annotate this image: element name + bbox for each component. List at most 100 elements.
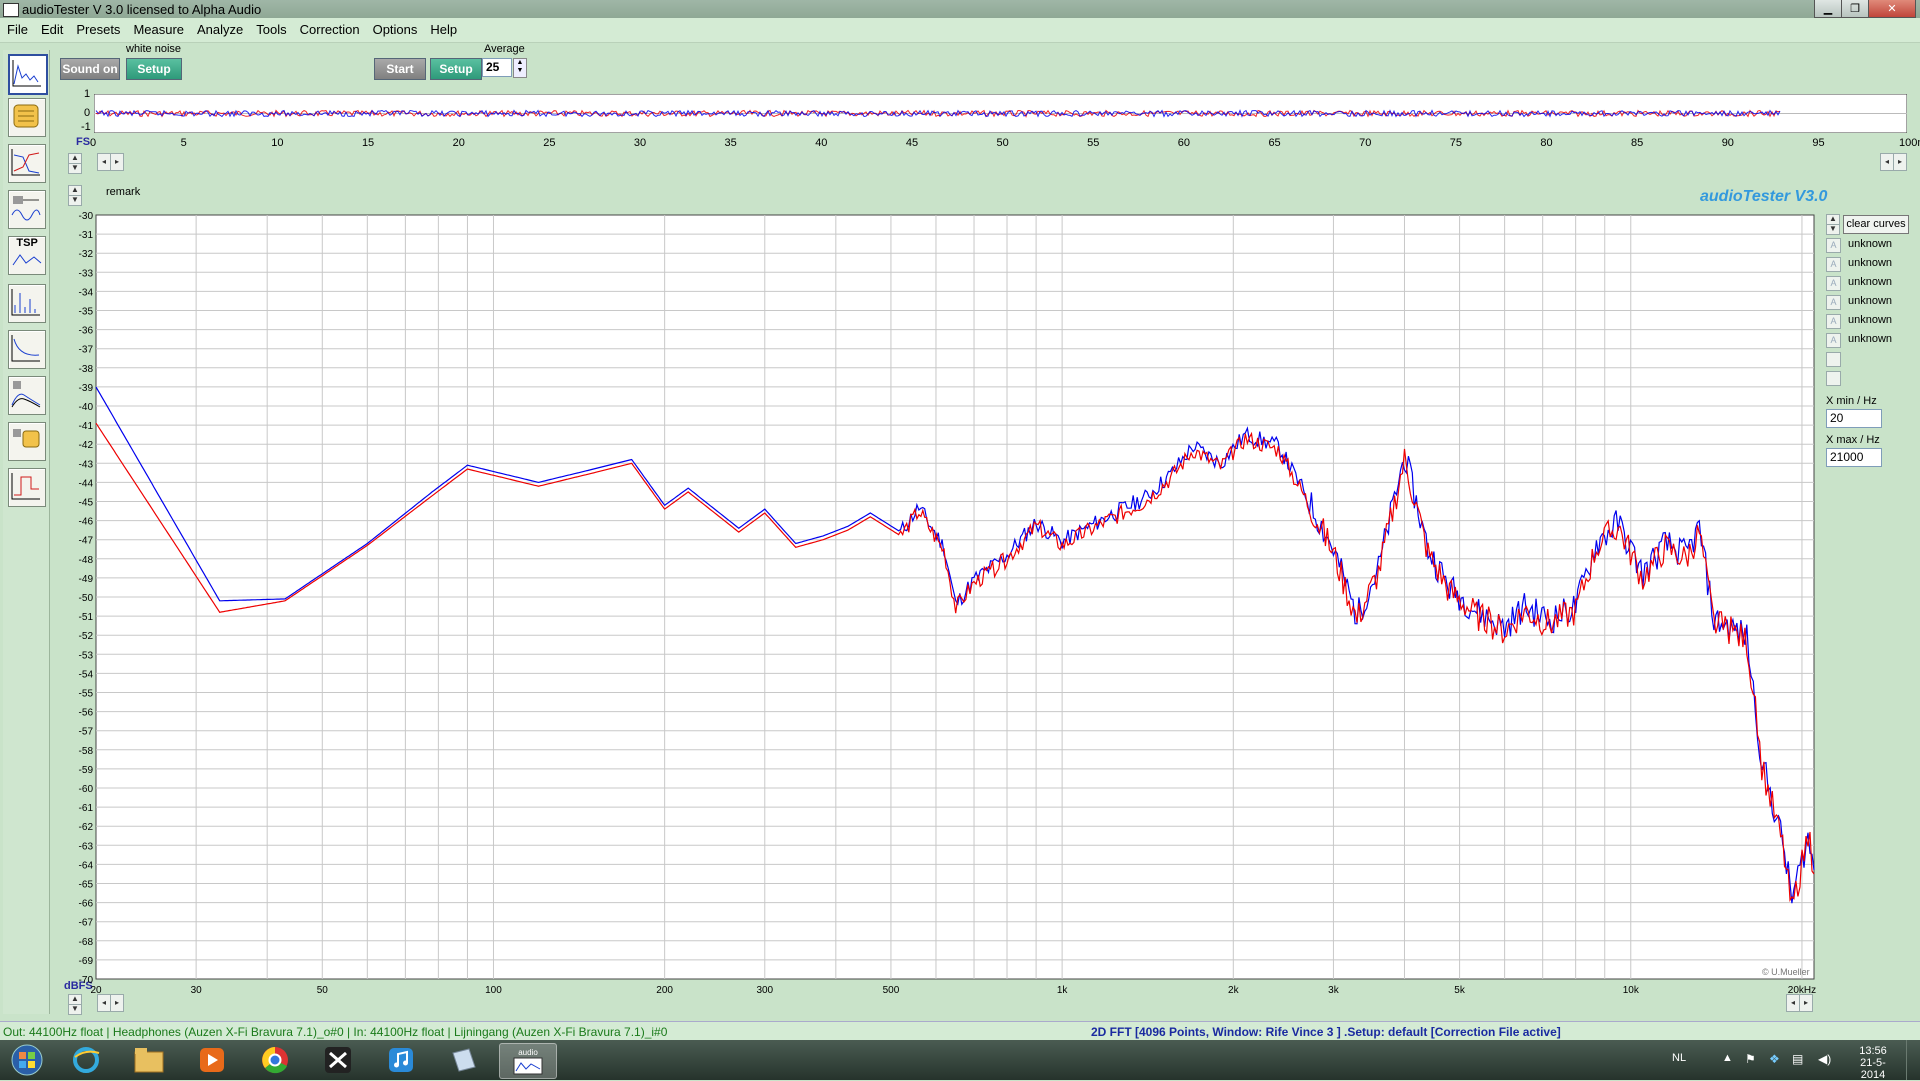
file-explorer-icon[interactable] — [121, 1043, 177, 1077]
y-tick-label: -61 — [79, 803, 94, 814]
y-axis-ticks: -30 -31 -32 -33 -34 -35 -36 -37 -38 -39 -40 -41 -42 -… — [79, 211, 94, 986]
curve-checkbox-8[interactable] — [1826, 371, 1841, 386]
chart-zoom-down[interactable]: ▼ — [68, 1004, 82, 1015]
media-player-icon[interactable] — [184, 1043, 240, 1077]
y-tick-label: -30 — [79, 211, 94, 222]
curve-checkbox-2[interactable]: A — [1826, 257, 1841, 272]
crossover-icon[interactable] — [310, 1043, 366, 1077]
scope-xtick: 60 — [1177, 137, 1191, 149]
remark-down[interactable]: ▼ — [68, 195, 82, 206]
xmax-input[interactable]: 21000 — [1826, 448, 1882, 467]
curves-scroll-down[interactable]: ▼ — [1826, 224, 1840, 235]
scope-xtick: 65 — [1268, 137, 1281, 149]
menu-presets[interactable]: Presets — [69, 18, 126, 37]
start-button[interactable]: Start — [374, 58, 426, 80]
window-app-icon[interactable] — [436, 1043, 492, 1077]
y-tick-label: -55 — [79, 689, 94, 700]
scope-xtick: 95 — [1812, 137, 1825, 149]
speaker-hands-icon[interactable] — [8, 422, 46, 461]
scope-xtick: 15 — [361, 137, 375, 149]
scope-xtick: 85 — [1631, 137, 1644, 149]
scope-scroll-right-right[interactable]: ▸ — [1893, 153, 1907, 171]
menu-edit[interactable]: Edit — [34, 18, 69, 37]
curve-checkbox-4[interactable]: A — [1826, 295, 1841, 310]
curve-checkbox-3[interactable]: A — [1826, 276, 1841, 291]
tsp-icon[interactable]: TSP — [8, 236, 46, 275]
noise-type-label: white noise — [126, 43, 182, 55]
average-label: Average — [484, 43, 525, 55]
curve-checkbox-6[interactable]: A — [1826, 333, 1841, 348]
scope-scroll-right[interactable]: ▸ — [110, 153, 124, 171]
scope-scroll-left[interactable]: ◂ — [97, 153, 111, 171]
scope-xtick: 75 — [1449, 137, 1462, 149]
chart-scroll-left-end[interactable]: ◂ — [1786, 994, 1800, 1012]
fft-analyzer-icon[interactable] — [8, 54, 48, 95]
windows-start-icon[interactable] — [2, 1043, 52, 1077]
scope-xtick: 0 — [90, 137, 97, 149]
y-tick-label: -36 — [79, 326, 94, 337]
scope-ytick-neg1: -1 — [81, 121, 91, 133]
analyzer-setup-button[interactable]: Setup — [430, 58, 482, 80]
hands-icon[interactable] — [8, 98, 46, 137]
menu-measure[interactable]: Measure — [126, 18, 190, 37]
scope-xtick: 35 — [724, 137, 737, 149]
spectrum-peaks-icon[interactable] — [8, 284, 46, 323]
clear-curves-button[interactable]: clear curves — [1843, 215, 1909, 234]
y-tick-label: -33 — [79, 268, 94, 279]
curve-checkbox-5[interactable]: A — [1826, 314, 1841, 329]
chart-scroll-right-end[interactable]: ▸ — [1799, 994, 1813, 1012]
menu-file[interactable]: File — [0, 18, 34, 37]
phase-icon[interactable] — [8, 468, 46, 507]
maximize-icon[interactable]: ❐ — [1841, 0, 1869, 18]
tray-volume-icon[interactable]: ◀) — [1818, 1052, 1831, 1066]
y-tick-label: -48 — [79, 555, 94, 566]
sound-on-button[interactable]: Sound on — [60, 58, 120, 80]
menu-analyze[interactable]: Analyze — [190, 18, 249, 37]
scope-xtick: 80 — [1540, 137, 1553, 149]
scope-scroll-left-right[interactable]: ◂ — [1880, 153, 1894, 171]
x-tick-label: 3k — [1328, 985, 1340, 996]
generator-setup-button[interactable]: Setup — [126, 58, 182, 80]
xmin-input[interactable]: 20 — [1826, 409, 1882, 428]
x-tick-label: 50 — [317, 985, 329, 996]
y-tick-label: -52 — [79, 631, 94, 642]
x-tick-label: 500 — [883, 985, 900, 996]
speaker-waterfall-icon[interactable] — [8, 376, 46, 415]
menu-help[interactable]: Help — [423, 18, 463, 37]
x-tick-label: 200 — [656, 985, 673, 996]
bass-curve-icon[interactable] — [8, 330, 46, 369]
chrome-icon[interactable] — [247, 1043, 303, 1077]
language-indicator[interactable]: NL — [1672, 1052, 1686, 1064]
chart-scroll-right[interactable]: ▸ — [110, 994, 124, 1012]
tray-flag-icon[interactable]: ⚑ — [1745, 1052, 1756, 1066]
tray-arrow-icon[interactable]: ▲ — [1722, 1052, 1733, 1064]
itunes-icon[interactable] — [373, 1043, 429, 1077]
average-input[interactable]: 25 — [482, 58, 512, 77]
fs-label: FS — [76, 136, 91, 148]
y-tick-label: -59 — [79, 765, 94, 776]
menu-options[interactable]: Options — [366, 18, 424, 37]
clock[interactable]: 13:56 21-5-2014 — [1850, 1045, 1896, 1081]
y-tick-label: -32 — [79, 249, 94, 260]
tray-dropbox-icon[interactable]: ❖ — [1769, 1052, 1780, 1066]
scope-zoom-down[interactable]: ▼ — [68, 163, 82, 174]
chart-scroll-left[interactable]: ◂ — [97, 994, 111, 1012]
curve-checkbox-1[interactable]: A — [1826, 238, 1841, 253]
tray-network-icon[interactable]: ▤ — [1792, 1052, 1803, 1066]
y-tick-label: -42 — [79, 440, 94, 451]
speaker-scope-icon[interactable] — [8, 190, 46, 229]
minimize-icon[interactable]: ▁ — [1814, 0, 1842, 18]
audiotester-icon[interactable]: audio — [499, 1043, 557, 1079]
scope-xtick: 20 — [452, 137, 465, 149]
xmin-label: X min / Hz — [1826, 395, 1877, 407]
close-icon[interactable]: ✕ — [1868, 0, 1916, 18]
menu-tools[interactable]: Tools — [249, 18, 292, 37]
internet-explorer-icon[interactable] — [58, 1043, 114, 1077]
y-tick-label: -64 — [79, 860, 94, 871]
show-desktop-button[interactable] — [1906, 1040, 1920, 1080]
menu-correction[interactable]: Correction — [293, 18, 366, 37]
curve-checkbox-7[interactable] — [1826, 352, 1841, 367]
filter-response-icon[interactable] — [8, 144, 46, 183]
watermark-title: audioTester V3.0 — [1700, 188, 1828, 205]
average-spinner[interactable]: ▲ ▼ — [513, 58, 527, 78]
